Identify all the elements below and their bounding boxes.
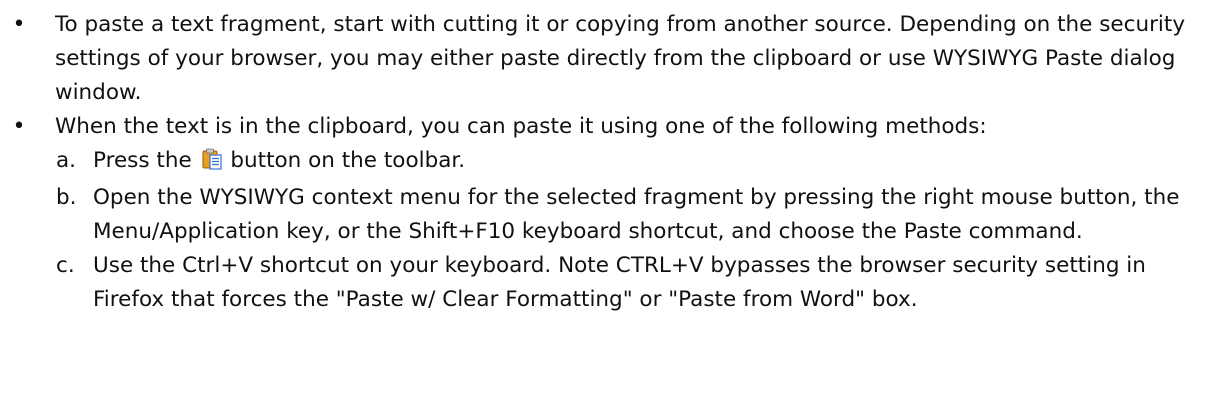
bullet-item-paste-intro: • To paste a text fragment, start with c… bbox=[0, 8, 1215, 110]
method-text-before-icon: Press the bbox=[93, 148, 192, 173]
bullet-text: To paste a text fragment, start with cut… bbox=[55, 12, 1186, 105]
method-text: Open the WYSIWYG context menu for the se… bbox=[93, 185, 1180, 244]
bullet-marker: • bbox=[12, 12, 26, 37]
method-text-after-icon: button on the toolbar. bbox=[230, 148, 466, 173]
bullet-marker: • bbox=[12, 114, 26, 139]
help-document: • To paste a text fragment, start with c… bbox=[0, 0, 1215, 317]
method-marker: a. bbox=[56, 148, 77, 173]
method-item-keyboard-shortcut: c. Use the Ctrl+V shortcut on your keybo… bbox=[0, 249, 1215, 317]
method-item-toolbar-button: a. Press the button on the toolbar. bbox=[0, 144, 1215, 181]
method-marker: b. bbox=[56, 185, 77, 210]
bullet-item-paste-methods: • When the text is in the clipboard, you… bbox=[0, 110, 1215, 144]
paste-icon bbox=[202, 147, 222, 181]
method-text: Use the Ctrl+V shortcut on your keyboard… bbox=[93, 253, 1146, 312]
bullet-text: When the text is in the clipboard, you c… bbox=[55, 114, 987, 139]
method-item-context-menu: b. Open the WYSIWYG context menu for the… bbox=[0, 181, 1215, 249]
methods-list: a. Press the button on the toolbar. b. O… bbox=[0, 144, 1215, 317]
method-marker: c. bbox=[56, 253, 75, 278]
